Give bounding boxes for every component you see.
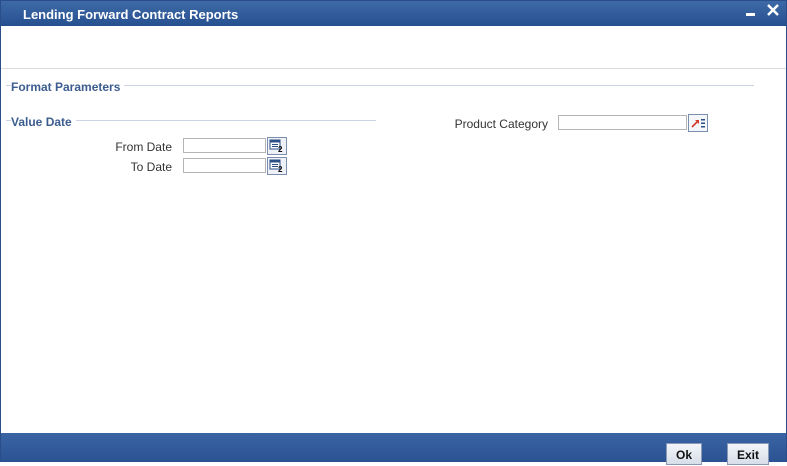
close-button[interactable] <box>766 3 780 22</box>
from-date-label: From Date <box>115 140 172 154</box>
report-window: Lending Forward Contract Reports Format … <box>0 0 787 465</box>
close-icon <box>767 4 779 16</box>
product-category-label: Product Category <box>454 117 548 131</box>
product-category-input[interactable] <box>558 115 687 130</box>
svg-text:2: 2 <box>278 165 283 173</box>
minimize-icon <box>746 13 755 16</box>
to-date-label: To Date <box>130 160 172 174</box>
format-parameters-legend: Format Parameters <box>11 80 125 94</box>
title-bar: Lending Forward Contract Reports <box>1 1 786 26</box>
product-category-lov-button[interactable] <box>688 114 708 132</box>
from-date-input[interactable] <box>183 138 266 153</box>
value-date-legend: Value Date <box>11 115 76 129</box>
calendar-icon: 2 <box>269 159 283 173</box>
from-date-calendar-button[interactable]: 2 <box>267 137 287 155</box>
calendar-icon: 2 <box>269 139 283 153</box>
list-of-values-icon <box>691 119 705 128</box>
to-date-calendar-button[interactable]: 2 <box>267 157 287 175</box>
header-divider <box>1 68 786 69</box>
to-date-input[interactable] <box>183 158 266 173</box>
minimize-button[interactable] <box>745 4 757 23</box>
window-title: Lending Forward Contract Reports <box>23 7 239 22</box>
svg-text:2: 2 <box>278 145 283 153</box>
